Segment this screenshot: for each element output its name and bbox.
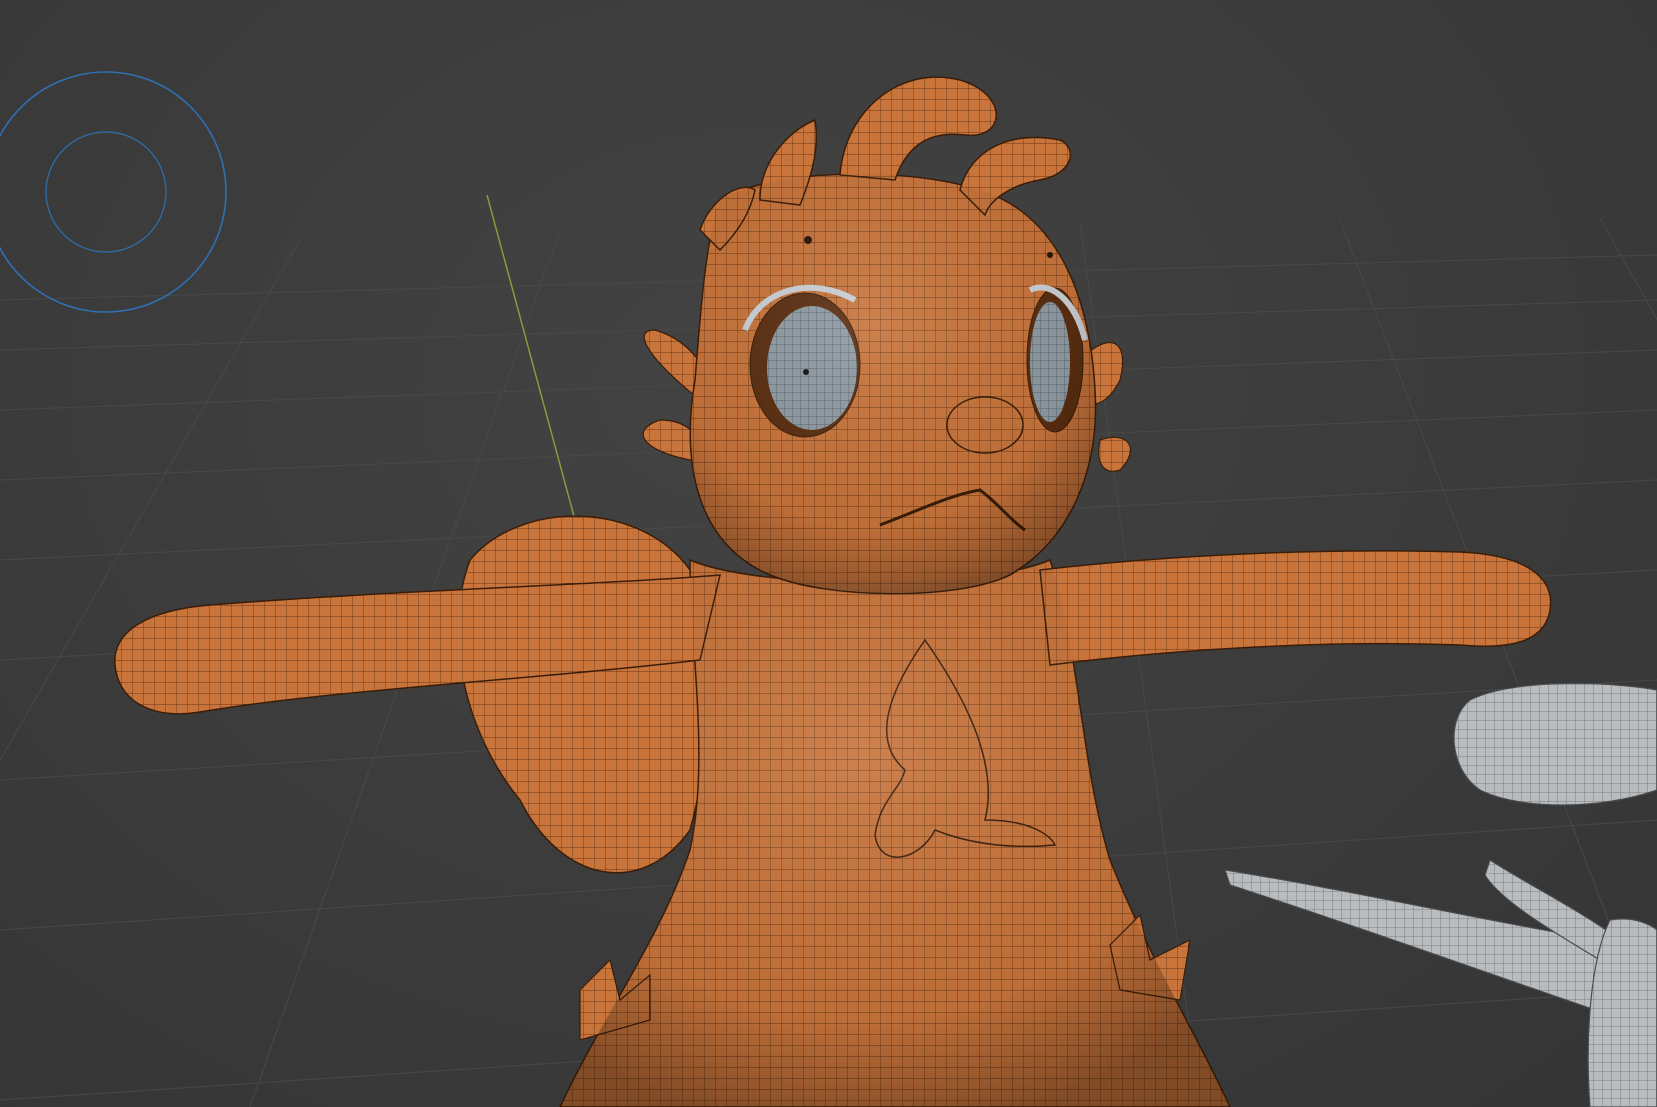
character-right-arm [1039,550,1552,666]
character-tail [457,515,710,874]
3d-viewport[interactable] [0,0,1657,1107]
head-shading [690,173,1096,594]
orbit-ring-icon[interactable] [0,71,227,313]
viewport-scene [0,71,1657,1107]
y-axis-line [486,194,576,521]
unselected-mesh-object[interactable] [1224,682,1657,1107]
